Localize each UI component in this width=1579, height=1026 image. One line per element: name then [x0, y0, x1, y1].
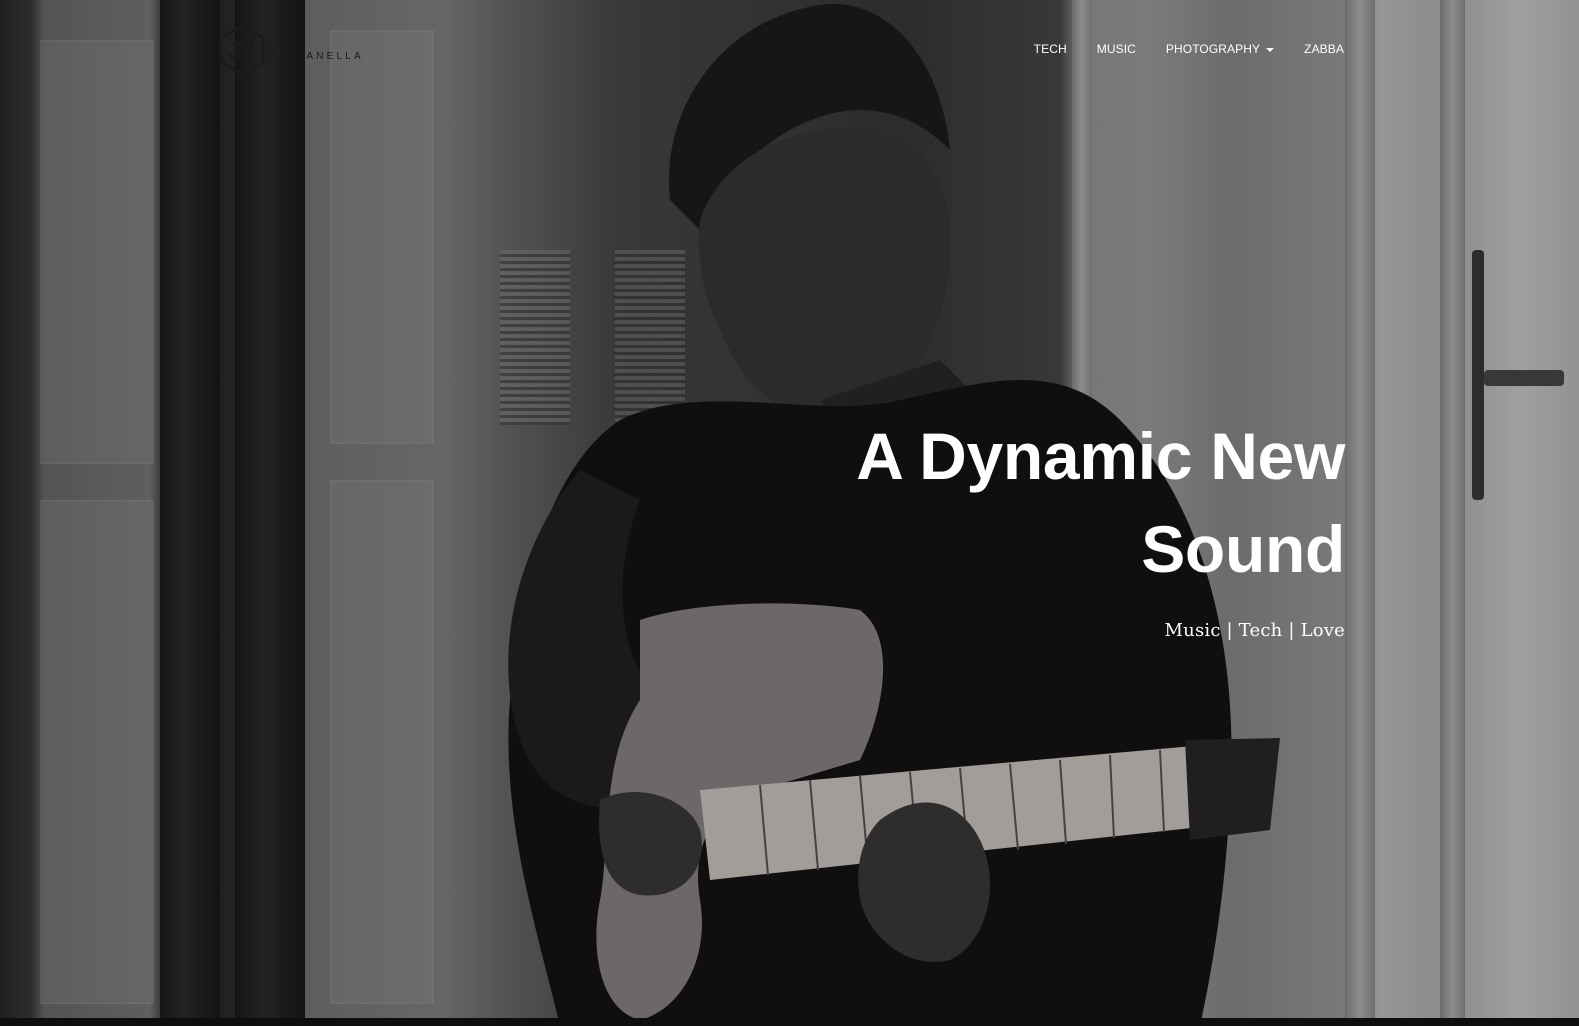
- nav-item-zabba[interactable]: ZABBA: [1304, 42, 1344, 56]
- site-logo[interactable]: JB LUCA BAZZANELLA: [218, 24, 364, 76]
- hero-title: A Dynamic New Sound: [785, 410, 1345, 596]
- main-nav: TECH MUSIC PHOTOGRAPHY ZABBA: [1004, 42, 1344, 56]
- hero-text-block: A Dynamic New Sound Music | Tech | Love: [785, 410, 1345, 641]
- nav-item-photography[interactable]: PHOTOGRAPHY: [1165, 42, 1275, 56]
- hero-bottom-edge: [0, 1018, 1579, 1026]
- logo-wordmark: LUCA BAZZANELLA: [268, 37, 364, 63]
- logo-name-line1: LUCA: [268, 38, 308, 49]
- logo-name-line2: BAZZANELLA: [268, 51, 364, 62]
- nav-item-tech[interactable]: TECH: [1034, 42, 1067, 56]
- nav-item-music[interactable]: MUSIC: [1097, 42, 1136, 56]
- nav-item-label: ZABBA: [1304, 42, 1344, 56]
- logo-hexagon-icon: JB: [219, 24, 265, 76]
- nav-item-label: TECH: [1033, 42, 1067, 56]
- hero-title-line1: A Dynamic New: [856, 419, 1345, 493]
- caret-down-icon: [1266, 47, 1275, 52]
- hero-subtitle: Music | Tech | Love: [1164, 620, 1345, 641]
- nav-item-label: PHOTOGRAPHY: [1165, 42, 1261, 56]
- hero-title-line2: Sound: [1141, 512, 1345, 586]
- logo-monogram: JB: [228, 38, 256, 63]
- nav-item-label: MUSIC: [1096, 42, 1136, 56]
